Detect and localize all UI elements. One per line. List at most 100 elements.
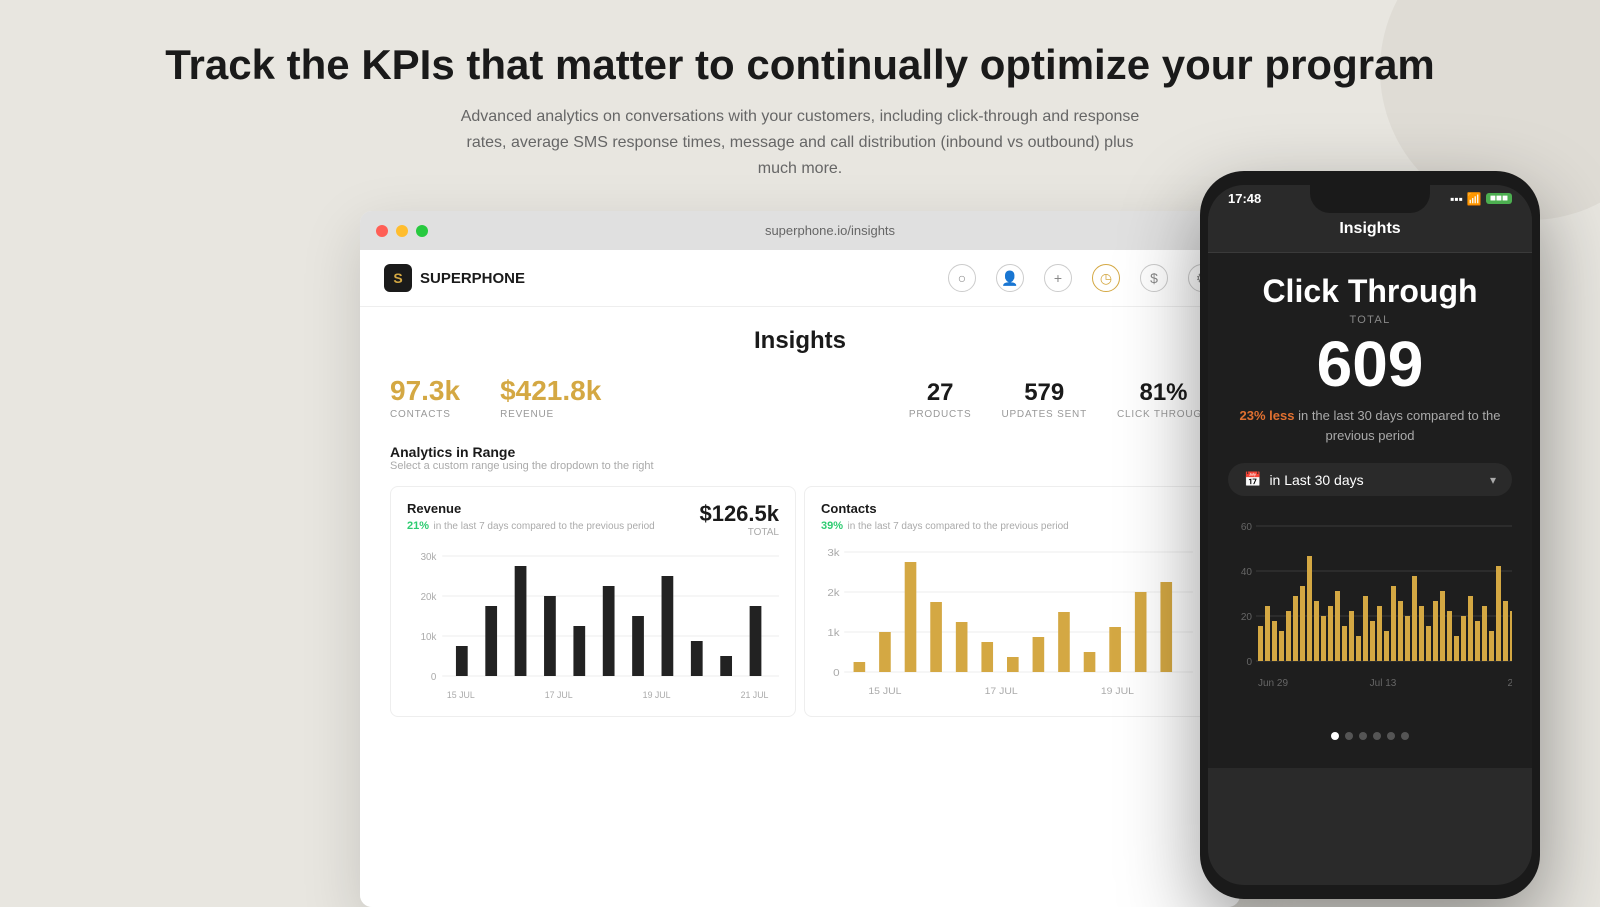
revenue-total-value: $126.5k — [699, 501, 779, 527]
stat-products-label: PRODUCTS — [909, 409, 972, 420]
svg-text:17 JUL: 17 JUL — [545, 690, 573, 700]
phone-comparison: 23% less in the last 30 days compared to… — [1228, 406, 1512, 445]
contacts-chart-header: Contacts 39% in the last 7 days compared… — [821, 501, 1193, 534]
svg-text:17 JUL: 17 JUL — [985, 687, 1019, 697]
charts-row: Revenue 21% in the last 7 days compared … — [390, 486, 1210, 717]
battery-icon: ■■■ — [1486, 193, 1512, 204]
phone-frame: 17:48 ▪▪▪ 📶 ■■■ Insights Click Through T… — [1200, 171, 1540, 899]
stat-revenue: $421.8k REVENUE — [500, 375, 601, 420]
contacts-chart-area: 3k 2k 1k 0 — [821, 542, 1193, 702]
phone-dot-5[interactable] — [1387, 732, 1395, 740]
svg-text:20: 20 — [1241, 612, 1253, 623]
app-nav-icons: ○ 👤 + ◷ $ ⚙ — [948, 264, 1216, 292]
svg-text:19 JUL: 19 JUL — [1101, 687, 1135, 697]
phone-dot-1[interactable] — [1331, 732, 1339, 740]
app-content: Insights 97.3k CONTACTS $421.8k REVENUE … — [360, 307, 1240, 907]
svg-text:2k: 2k — [827, 588, 840, 599]
logo-icon: S — [384, 264, 412, 292]
svg-text:Jun 29: Jun 29 — [1258, 678, 1288, 689]
browser-dot-red[interactable] — [376, 225, 388, 237]
stat-clickthrough-value: 81% — [1117, 379, 1210, 407]
analytics-section: Analytics in Range Select a custom range… — [390, 444, 1210, 472]
revenue-chart-pct: 21% — [407, 520, 429, 532]
stat-updates-value: 579 — [1001, 379, 1087, 407]
phone-container: 17:48 ▪▪▪ 📶 ■■■ Insights Click Through T… — [1200, 171, 1540, 899]
revenue-chart-area: 30k 20k 10k 0 — [407, 546, 779, 706]
stat-contacts-label: CONTACTS — [390, 409, 460, 420]
phone-main: Click Through TOTAL 609 23% less in the … — [1208, 253, 1532, 768]
date-filter-text: in Last 30 days — [1269, 472, 1363, 488]
browser-url: superphone.io/insights — [436, 223, 1224, 238]
svg-text:15 JUL: 15 JUL — [447, 690, 475, 700]
contacts-chart-title: Contacts — [821, 501, 1069, 516]
phone-app-header: Insights — [1208, 210, 1532, 253]
stat-contacts-value: 97.3k — [390, 375, 460, 407]
phone-date-filter[interactable]: 📅 in Last 30 days ▾ — [1228, 463, 1512, 496]
browser-dot-yellow[interactable] — [396, 225, 408, 237]
page-subheadline: Advanced analytics on conversations with… — [450, 104, 1150, 181]
nav-icon-circle[interactable]: ○ — [948, 264, 976, 292]
stat-updates: 579 UPDATES SENT — [1001, 379, 1087, 420]
svg-text:30k: 30k — [421, 552, 437, 563]
contacts-chart-pct: 39% — [821, 520, 843, 532]
stats-right: 27 PRODUCTS 579 UPDATES SENT 81% CLICK T… — [909, 379, 1210, 420]
nav-icon-dollar[interactable]: $ — [1140, 264, 1168, 292]
revenue-chart-title: Revenue — [407, 501, 655, 516]
svg-text:27: 27 — [1507, 678, 1512, 689]
phone-metric-title: Click Through — [1228, 273, 1512, 310]
phone-status-icons: ▪▪▪ 📶 ■■■ — [1450, 192, 1512, 206]
stat-revenue-label: REVENUE — [500, 409, 601, 420]
stat-clickthrough-label: CLICK THROUGH — [1117, 409, 1210, 420]
phone-chart-svg: 60 40 20 0 — [1228, 516, 1512, 716]
revenue-chart-header: Revenue 21% in the last 7 days compared … — [407, 501, 779, 538]
browser-window: superphone.io/insights S SUPERPHONE ○ 👤 … — [360, 211, 1240, 907]
svg-text:15 JUL: 15 JUL — [868, 687, 902, 697]
phone-dot-2[interactable] — [1345, 732, 1353, 740]
phone-notch — [1310, 185, 1430, 213]
browser-titlebar: superphone.io/insights — [360, 211, 1240, 250]
contacts-chart-sub: in the last 7 days compared to the previ… — [847, 521, 1068, 532]
nav-icon-plus[interactable]: + — [1044, 264, 1072, 292]
svg-text:21 JUL: 21 JUL — [741, 690, 769, 700]
phone-chart: 60 40 20 0 — [1228, 516, 1512, 748]
signal-icon: ▪▪▪ — [1450, 192, 1463, 206]
app-nav: S SUPERPHONE ○ 👤 + ◷ $ ⚙ — [360, 250, 1240, 307]
insights-title: Insights — [390, 327, 1210, 355]
svg-text:Jul 13: Jul 13 — [1370, 678, 1397, 689]
phone-chart-area: 60 40 20 0 — [1228, 516, 1512, 716]
svg-text:1k: 1k — [827, 628, 840, 639]
revenue-chart-svg: 30k 20k 10k 0 — [407, 546, 779, 706]
stat-revenue-value: $421.8k — [500, 375, 601, 407]
nav-icon-person[interactable]: 👤 — [996, 264, 1024, 292]
revenue-chart-card: Revenue 21% in the last 7 days compared … — [390, 486, 796, 717]
svg-text:19 JUL: 19 JUL — [643, 690, 671, 700]
chevron-down-icon: ▾ — [1490, 473, 1496, 487]
phone-time: 17:48 — [1228, 191, 1261, 206]
calendar-icon: 📅 — [1244, 471, 1261, 488]
content-area: superphone.io/insights S SUPERPHONE ○ 👤 … — [0, 201, 1600, 907]
app-logo: S SUPERPHONE — [384, 264, 525, 292]
svg-text:0: 0 — [833, 668, 839, 679]
contacts-chart-card: Contacts 39% in the last 7 days compared… — [804, 486, 1210, 717]
svg-text:40: 40 — [1241, 567, 1253, 578]
phone-dot-4[interactable] — [1373, 732, 1381, 740]
svg-text:20k: 20k — [421, 592, 437, 603]
phone-screen: 17:48 ▪▪▪ 📶 ■■■ Insights Click Through T… — [1208, 185, 1532, 885]
wifi-icon: 📶 — [1467, 192, 1482, 206]
phone-dot-6[interactable] — [1401, 732, 1409, 740]
phone-comparison-pct: 23% less — [1240, 408, 1295, 423]
contacts-chart-svg: 3k 2k 1k 0 — [821, 542, 1193, 702]
nav-icon-clock[interactable]: ◷ — [1092, 264, 1120, 292]
analytics-subtitle: Select a custom range using the dropdown… — [390, 460, 1210, 472]
stat-products: 27 PRODUCTS — [909, 379, 972, 420]
phone-dot-3[interactable] — [1359, 732, 1367, 740]
stats-row: 97.3k CONTACTS $421.8k REVENUE 27 PRODUC… — [390, 375, 1210, 420]
page-headline: Track the KPIs that matter to continuall… — [20, 40, 1580, 90]
revenue-total-label: TOTAL — [699, 527, 779, 538]
svg-text:60: 60 — [1241, 522, 1253, 533]
svg-text:10k: 10k — [421, 632, 437, 643]
browser-dot-green[interactable] — [416, 225, 428, 237]
svg-text:3k: 3k — [827, 548, 840, 559]
stat-contacts: 97.3k CONTACTS — [390, 375, 460, 420]
phone-total-value: 609 — [1228, 332, 1512, 396]
